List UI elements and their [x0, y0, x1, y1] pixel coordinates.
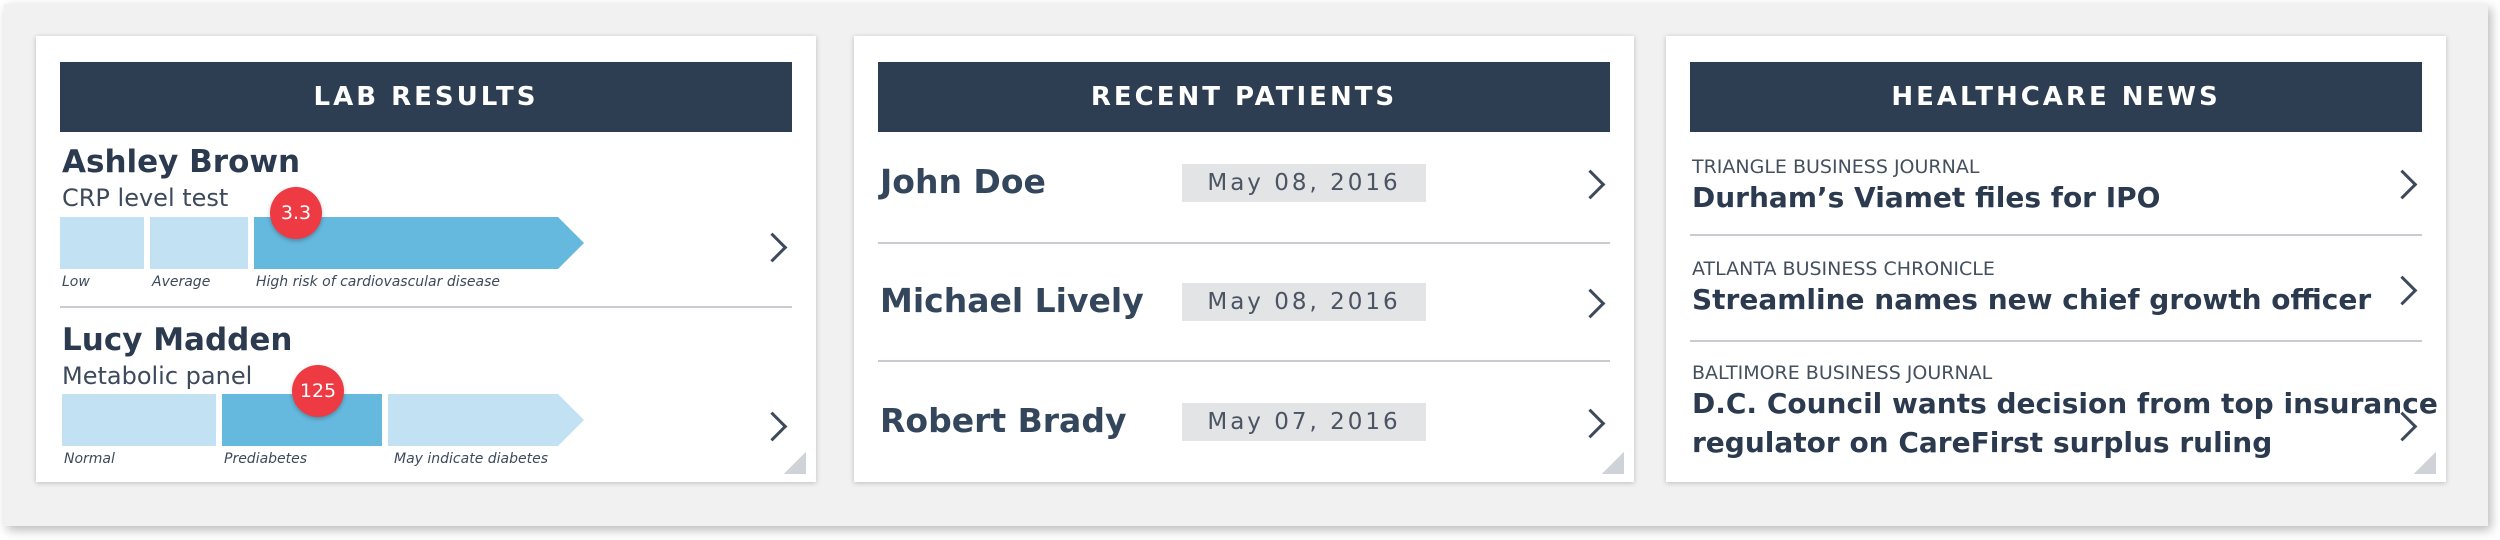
chevron-right-icon[interactable]	[2387, 169, 2418, 200]
recent-patient-name: Robert Brady	[880, 401, 1127, 440]
row-divider	[1690, 234, 2422, 236]
range-label-prediabetes: Prediabetes	[224, 451, 308, 467]
resize-corner-icon[interactable]	[2414, 452, 2436, 474]
dashboard-frame: LAB RESULTS Ashley Brown CRP level test …	[4, 4, 2488, 526]
news-headline-line-2[interactable]: regulator on CareFirst surplus ruling	[1692, 423, 2272, 462]
range-label-normal: Normal	[64, 451, 115, 467]
row-divider	[878, 360, 1610, 362]
recent-patient-date: May 07, 2016	[1182, 403, 1426, 441]
result-value-marker: 125	[292, 365, 344, 417]
recent-patient-name: Michael Lively	[880, 281, 1144, 320]
recent-patient-name: John Doe	[880, 162, 1046, 201]
lab-results-card: LAB RESULTS Ashley Brown CRP level test …	[36, 36, 816, 482]
range-bar-average	[150, 217, 248, 269]
recent-patient-date: May 08, 2016	[1182, 283, 1426, 321]
news-source: BALTIMORE BUSINESS JOURNAL	[1692, 362, 1993, 384]
range-bar-arrow-tip	[558, 217, 584, 269]
row-divider	[60, 306, 792, 308]
range-bar-low	[60, 217, 144, 269]
chevron-right-icon[interactable]	[1575, 408, 1606, 439]
news-headline[interactable]: Streamline names new chief growth office…	[1692, 280, 2371, 319]
lab-test-name: CRP level test	[62, 184, 229, 212]
chevron-right-icon[interactable]	[1575, 288, 1606, 319]
lab-results-header: LAB RESULTS	[60, 62, 792, 132]
range-label-diabetes: May indicate diabetes	[394, 451, 549, 467]
range-bar-arrow-tip	[558, 394, 584, 446]
range-label-average: Average	[152, 274, 211, 290]
news-source: TRIANGLE BUSINESS JOURNAL	[1692, 156, 1980, 178]
healthcare-news-header: HEALTHCARE NEWS	[1690, 62, 2422, 132]
lab-patient-name: Lucy Madden	[62, 322, 293, 358]
range-bar-diabetes	[388, 394, 558, 446]
chevron-right-icon[interactable]	[1575, 169, 1606, 200]
healthcare-news-card: HEALTHCARE NEWS TRIANGLE BUSINESS JOURNA…	[1666, 36, 2446, 482]
result-value-marker: 3.3	[270, 187, 322, 239]
lab-test-name: Metabolic panel	[62, 362, 253, 390]
chevron-right-icon[interactable]	[757, 232, 788, 263]
news-headline[interactable]: Durham’s Viamet files for IPO	[1692, 178, 2160, 217]
range-label-low: Low	[62, 274, 90, 290]
news-source: ATLANTA BUSINESS CHRONICLE	[1692, 258, 1995, 280]
range-label-high-risk: High risk of cardiovascular disease	[256, 274, 501, 290]
chevron-right-icon[interactable]	[757, 411, 788, 442]
recent-patient-date: May 08, 2016	[1182, 164, 1426, 202]
news-headline-line-1[interactable]: D.C. Council wants decision from top ins…	[1692, 384, 2438, 423]
recent-patients-card: RECENT PATIENTS John Doe May 08, 2016 Mi…	[854, 36, 1634, 482]
lab-patient-name: Ashley Brown	[62, 144, 301, 180]
resize-corner-icon[interactable]	[1602, 452, 1624, 474]
resize-corner-icon[interactable]	[784, 452, 806, 474]
range-bar-normal	[62, 394, 216, 446]
chevron-right-icon[interactable]	[2387, 275, 2418, 306]
recent-patients-header: RECENT PATIENTS	[878, 62, 1610, 132]
row-divider	[1690, 340, 2422, 342]
row-divider	[878, 242, 1610, 244]
